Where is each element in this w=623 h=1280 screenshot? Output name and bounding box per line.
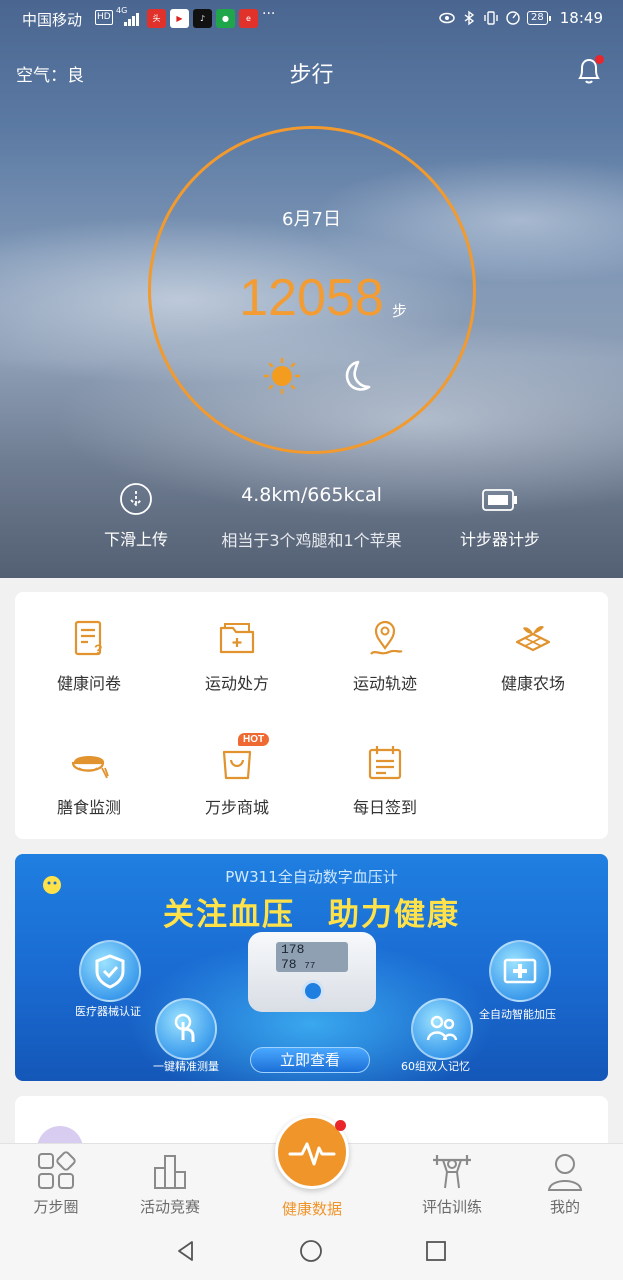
system-navigation-bar <box>0 1222 623 1280</box>
feature-label: 每日签到 <box>352 798 417 817</box>
feature-exercise-track[interactable]: 运动轨迹 <box>311 618 459 694</box>
recents-icon[interactable] <box>423 1238 449 1264</box>
blood-pressure-banner[interactable]: PW311全自动数字血压计 关注血压 助力健康 医疗器械认证 一键精准测量 17… <box>15 854 608 1081</box>
eye-icon <box>439 12 455 24</box>
nav-label: 评估训练 <box>421 1198 482 1216</box>
step-unit: 步 <box>392 302 408 320</box>
bluetooth-icon <box>464 10 475 26</box>
nav-competitions[interactable]: 活动竞赛 <box>120 1148 220 1217</box>
monitor-pulse: 77 <box>304 961 316 971</box>
nav-label: 我的 <box>549 1198 580 1216</box>
auto-inflate-icon <box>489 940 551 1002</box>
monitor-diastolic: 78 <box>281 957 297 972</box>
touch-measure-icon <box>155 998 217 1060</box>
monitor-systolic: 178 <box>281 942 305 957</box>
step-date: 6月7日 <box>282 209 341 230</box>
prescription-folder-icon <box>219 623 255 654</box>
feature-grid: ? 健康问卷 运动处方 运动轨迹 健康农场 膳食监测 万步商城 每日签到 <box>15 592 608 839</box>
monitor-display: 178 78 77 <box>276 942 348 972</box>
hot-badge: HOT <box>238 733 270 746</box>
tiktok-app-icon: ♪ <box>193 9 212 28</box>
monitor-power-button <box>302 980 324 1002</box>
nav-wanbu-circle[interactable]: 万步圈 <box>6 1148 106 1217</box>
feature-health-questionnaire[interactable]: ? 健康问卷 <box>15 618 163 694</box>
home-icon[interactable] <box>298 1238 324 1264</box>
feature-diet-monitor[interactable]: 膳食监测 <box>15 742 163 818</box>
questionnaire-icon: ? <box>74 620 103 657</box>
hero-panel: 中国移动 HD 4G 头 ▶ ♪ ● e ··· 28 18:49 空气：良 步… <box>0 0 623 578</box>
banner-feature-certified: 医疗器械认证 <box>75 1005 141 1018</box>
feature-health-farm[interactable]: 健康农场 <box>459 618 607 694</box>
pedometer-label: 计步器计步 <box>459 530 540 549</box>
feature-label: 膳食监测 <box>56 798 121 817</box>
back-icon[interactable] <box>173 1238 199 1264</box>
meal-bowl-icon <box>71 756 109 779</box>
calendar-checkin-icon <box>368 746 402 780</box>
more-notifications-icon: ··· <box>262 6 276 22</box>
pedometer-button[interactable]: 计步器计步 <box>445 486 555 550</box>
nav-label: 活动竞赛 <box>139 1198 200 1216</box>
nav-label: 万步圈 <box>33 1198 79 1216</box>
hd-badge: HD <box>95 10 113 25</box>
banner-feature-measure: 一键精准测量 <box>153 1060 219 1073</box>
feature-label: 万步商城 <box>204 798 269 817</box>
health-data-dot <box>335 1120 346 1131</box>
feature-label: 运动处方 <box>204 674 269 693</box>
feature-label: 健康问卷 <box>56 674 121 693</box>
feature-label: 运动轨迹 <box>352 674 417 693</box>
notification-app-icons: 头 ▶ ♪ ● e <box>147 9 258 28</box>
nav-health-data-button[interactable] <box>275 1115 349 1189</box>
moon-icon[interactable] <box>336 357 376 397</box>
banner-feature-inflate: 全自动智能加压 <box>479 1008 556 1021</box>
blood-pressure-monitor-image: 178 78 77 <box>248 932 376 1012</box>
feature-wanbu-mall[interactable]: 万步商城 <box>163 742 311 818</box>
leaderboard-icon <box>154 1155 186 1189</box>
step-count: 12058 <box>239 269 384 327</box>
pedometer-device-icon <box>482 489 517 511</box>
page-title: 步行 <box>289 63 334 88</box>
signal-icon <box>124 12 142 26</box>
person-icon <box>547 1154 583 1191</box>
feature-daily-checkin[interactable]: 每日签到 <box>311 742 459 818</box>
weightlifting-icon <box>433 1155 471 1189</box>
video-app-icon: ▶ <box>170 9 189 28</box>
status-bar: 中国移动 HD 4G 头 ▶ ♪ ● e ··· 28 18:49 <box>0 0 623 36</box>
battery-indicator: 28 <box>527 11 551 25</box>
news-app-icon: 头 <box>147 9 166 28</box>
feature-exercise-prescription[interactable]: 运动处方 <box>163 618 311 694</box>
vibrate-icon <box>484 11 498 25</box>
svg-text:?: ? <box>94 641 103 657</box>
clock: 18:49 <box>559 9 603 27</box>
feature-label: 健康农场 <box>500 674 565 693</box>
dual-memory-icon <box>411 998 473 1060</box>
banner-subtitle: PW311全自动数字血压计 <box>225 868 398 886</box>
nav-health-data-label: 健康数据 <box>281 1200 342 1218</box>
red-app-icon: e <box>239 9 258 28</box>
certification-icon <box>79 940 141 1002</box>
wanbu-circle-icon <box>38 1151 76 1189</box>
notification-dot <box>595 55 604 64</box>
view-now-button[interactable]: 立即查看 <box>250 1047 370 1073</box>
farm-icon <box>515 625 551 652</box>
green-app-icon: ● <box>216 9 235 28</box>
notification-button[interactable] <box>574 55 604 87</box>
nav-profile[interactable]: 我的 <box>515 1148 615 1217</box>
location-track-icon <box>370 620 403 655</box>
carrier-name: 中国移动 <box>22 11 83 29</box>
banner-feature-memory: 60组双人记忆 <box>401 1060 470 1073</box>
nav-assessment-training[interactable]: 评估训练 <box>402 1148 502 1217</box>
sun-icon[interactable] <box>263 357 301 395</box>
data-saver-icon <box>506 11 520 25</box>
shopping-bag-icon <box>222 750 252 780</box>
banner-headline: 关注血压 助力健康 <box>163 897 460 933</box>
